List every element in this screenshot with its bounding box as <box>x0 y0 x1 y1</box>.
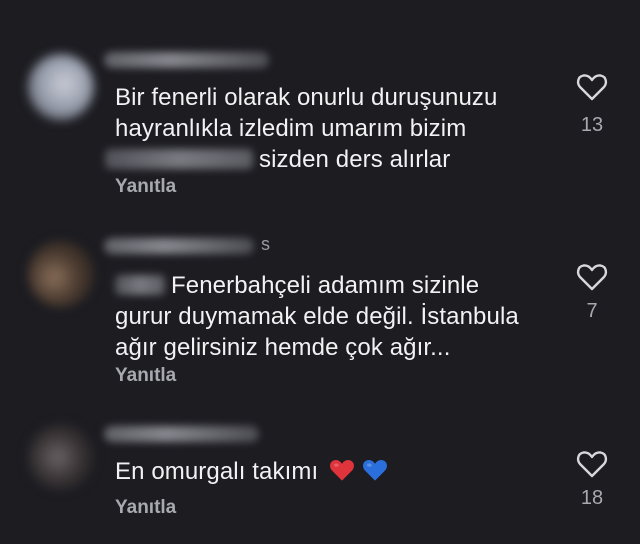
avatar[interactable] <box>28 54 94 120</box>
heart-outline-icon <box>576 451 608 478</box>
like-count: 18 <box>580 487 604 509</box>
username-blurred[interactable] <box>104 52 269 68</box>
heart-outline-icon <box>576 74 608 101</box>
like-button[interactable] <box>576 73 608 101</box>
redacted-text <box>105 149 253 169</box>
like-button[interactable] <box>576 450 608 478</box>
username-blurred[interactable] <box>104 238 254 254</box>
like-count: 13 <box>580 114 604 136</box>
heart-outline-icon <box>576 264 608 291</box>
avatar[interactable] <box>28 424 94 490</box>
reply-button[interactable]: Yanıtla <box>115 176 176 198</box>
comment-text: En omurgalı takımı <box>115 456 555 487</box>
blue-heart-emoji-icon <box>362 460 387 481</box>
avatar[interactable] <box>28 241 94 307</box>
username-suffix: s <box>261 234 270 254</box>
reply-button[interactable]: Yanıtla <box>115 497 176 519</box>
reply-button[interactable]: Yanıtla <box>115 365 176 387</box>
username-blurred[interactable] <box>104 426 259 442</box>
comment-text: Bir fenerli olarak onurlu duruşunuzu hay… <box>105 82 555 175</box>
like-count: 7 <box>586 300 598 322</box>
comment-text: Fenerbahçeli adamım sizinle gurur duymam… <box>115 272 519 361</box>
like-button[interactable] <box>576 263 608 291</box>
red-heart-emoji-icon <box>330 460 354 481</box>
redacted-mention <box>115 275 165 295</box>
